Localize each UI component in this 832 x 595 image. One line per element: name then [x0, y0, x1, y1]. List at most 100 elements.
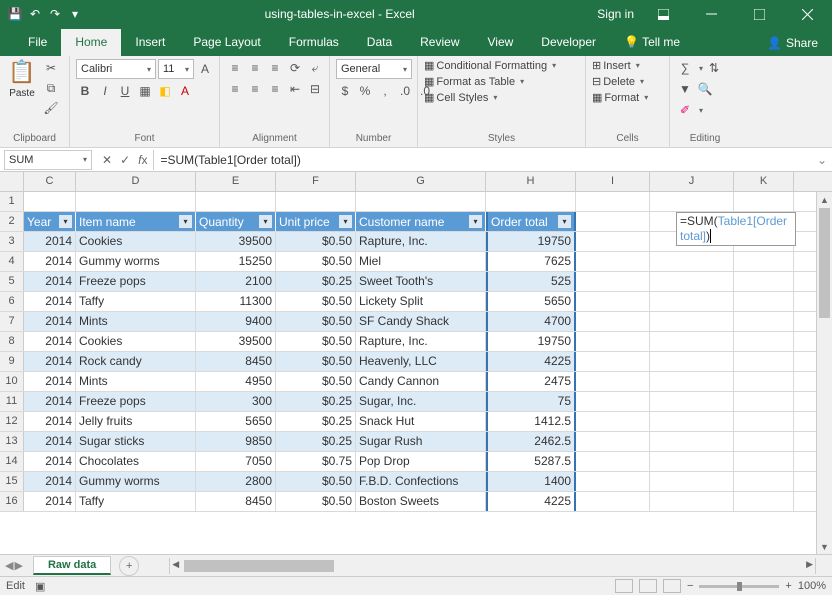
table-cell[interactable]: $0.25	[276, 432, 356, 451]
table-cell[interactable]: 2014	[24, 272, 76, 291]
row-header[interactable]: 1	[0, 192, 24, 211]
row-header[interactable]: 9	[0, 352, 24, 371]
table-cell[interactable]: 7625	[486, 252, 576, 271]
table-cell[interactable]: $0.75	[276, 452, 356, 471]
page-break-view-icon[interactable]	[663, 579, 681, 593]
table-cell[interactable]: Sweet Tooth's	[356, 272, 486, 291]
autosum-icon[interactable]: ∑	[676, 59, 694, 77]
comma-icon[interactable]: ,	[376, 82, 394, 100]
accounting-icon[interactable]: $	[336, 82, 354, 100]
table-cell[interactable]: 5650	[486, 292, 576, 311]
align-center-icon[interactable]: ≡	[246, 80, 264, 98]
table-cell[interactable]: 19750	[486, 332, 576, 351]
save-icon[interactable]: 💾	[8, 7, 22, 21]
table-cell[interactable]: $0.50	[276, 312, 356, 331]
table-cell[interactable]: $0.50	[276, 472, 356, 491]
table-cell[interactable]: Mints	[76, 372, 196, 391]
redo-icon[interactable]: ↷	[48, 7, 62, 21]
row-header[interactable]: 5	[0, 272, 24, 291]
cut-icon[interactable]: ✂	[42, 59, 60, 77]
font-color-icon[interactable]: A	[176, 82, 194, 100]
table-cell[interactable]: 2014	[24, 332, 76, 351]
add-sheet-button[interactable]: +	[119, 556, 139, 576]
table-cell[interactable]: Candy Cannon	[356, 372, 486, 391]
table-cell[interactable]: $0.50	[276, 252, 356, 271]
sheet-tab[interactable]: Raw data	[33, 556, 111, 575]
table-cell[interactable]: 2462.5	[486, 432, 576, 451]
align-right-icon[interactable]: ≡	[266, 80, 284, 98]
fill-color-icon[interactable]: ◧	[156, 82, 174, 100]
format-as-table-button[interactable]: ▦ Format as Table ▾	[424, 75, 524, 88]
table-cell[interactable]: 9850	[196, 432, 276, 451]
table-header[interactable]: Quantity▾	[196, 212, 276, 231]
zoom-in-icon[interactable]: +	[785, 580, 791, 592]
close-button[interactable]	[788, 0, 826, 28]
table-cell[interactable]: $0.50	[276, 492, 356, 511]
table-cell[interactable]: $0.50	[276, 372, 356, 391]
bold-icon[interactable]: B	[76, 82, 94, 100]
formula-input[interactable]: =SUM(Table1[Order total])	[154, 153, 812, 167]
table-cell[interactable]: 2014	[24, 292, 76, 311]
table-cell[interactable]: 4225	[486, 492, 576, 511]
row-header[interactable]: 4	[0, 252, 24, 271]
table-cell[interactable]: Rock candy	[76, 352, 196, 371]
table-cell[interactable]: SF Candy Shack	[356, 312, 486, 331]
clear-icon[interactable]: ✐	[676, 101, 694, 119]
table-cell[interactable]: 8450	[196, 492, 276, 511]
italic-icon[interactable]: I	[96, 82, 114, 100]
tab-home[interactable]: Home	[61, 29, 121, 56]
font-size-select[interactable]: 11▾	[158, 59, 194, 79]
tab-tellme[interactable]: 💡 Tell me	[610, 29, 694, 56]
col-header[interactable]: E	[196, 172, 276, 191]
table-cell[interactable]: Sugar sticks	[76, 432, 196, 451]
scroll-thumb[interactable]	[184, 560, 334, 572]
format-cells-button[interactable]: ▦ Format ▾	[592, 91, 648, 104]
col-header[interactable]: C	[24, 172, 76, 191]
table-cell[interactable]: $0.50	[276, 232, 356, 251]
table-cell[interactable]: Cookies	[76, 332, 196, 351]
table-cell[interactable]: Sugar Rush	[356, 432, 486, 451]
row-header[interactable]: 12	[0, 412, 24, 431]
table-header[interactable]: Year▾	[24, 212, 76, 231]
table-header[interactable]: Unit price▾	[276, 212, 356, 231]
col-header[interactable]: D	[76, 172, 196, 191]
percent-icon[interactable]: %	[356, 82, 374, 100]
align-left-icon[interactable]: ≡	[226, 80, 244, 98]
scroll-thumb[interactable]	[819, 208, 830, 318]
delete-cells-button[interactable]: ⊟ Delete ▾	[592, 75, 644, 88]
cell-styles-button[interactable]: ▦ Cell Styles ▾	[424, 91, 497, 104]
table-cell[interactable]: 2014	[24, 372, 76, 391]
increase-font-icon[interactable]: A	[196, 60, 214, 78]
spreadsheet-grid[interactable]: C D E F G H I J K 12Year▾Item name▾Quant…	[0, 172, 832, 554]
horizontal-scrollbar[interactable]: ◀ ▶	[169, 558, 816, 574]
table-cell[interactable]: Boston Sweets	[356, 492, 486, 511]
filter-dropdown-icon[interactable]: ▾	[259, 215, 272, 228]
table-cell[interactable]: Pop Drop	[356, 452, 486, 471]
col-header[interactable]: J	[650, 172, 734, 191]
table-cell[interactable]: Sugar, Inc.	[356, 392, 486, 411]
align-top-icon[interactable]: ≡	[226, 59, 244, 77]
table-cell[interactable]: 9400	[196, 312, 276, 331]
row-header[interactable]: 7	[0, 312, 24, 331]
table-cell[interactable]: 75	[486, 392, 576, 411]
table-cell[interactable]: Taffy	[76, 492, 196, 511]
table-cell[interactable]: 11300	[196, 292, 276, 311]
table-cell[interactable]: 525	[486, 272, 576, 291]
table-cell[interactable]: 7050	[196, 452, 276, 471]
table-cell[interactable]: 2475	[486, 372, 576, 391]
table-cell[interactable]: 1412.5	[486, 412, 576, 431]
number-format-select[interactable]: General▾	[336, 59, 412, 79]
format-painter-icon[interactable]: 🖌	[42, 99, 60, 117]
filter-dropdown-icon[interactable]: ▾	[59, 215, 72, 228]
table-cell[interactable]: 2014	[24, 232, 76, 251]
sheet-prev-icon[interactable]: ◀	[5, 559, 13, 572]
table-cell[interactable]: Snack Hut	[356, 412, 486, 431]
table-cell[interactable]: 15250	[196, 252, 276, 271]
align-mid-icon[interactable]: ≡	[246, 59, 264, 77]
tab-insert[interactable]: Insert	[121, 29, 179, 56]
row-header[interactable]: 13	[0, 432, 24, 451]
table-cell[interactable]: Heavenly, LLC	[356, 352, 486, 371]
col-header[interactable]: I	[576, 172, 650, 191]
row-header[interactable]: 8	[0, 332, 24, 351]
table-cell[interactable]: $0.50	[276, 332, 356, 351]
